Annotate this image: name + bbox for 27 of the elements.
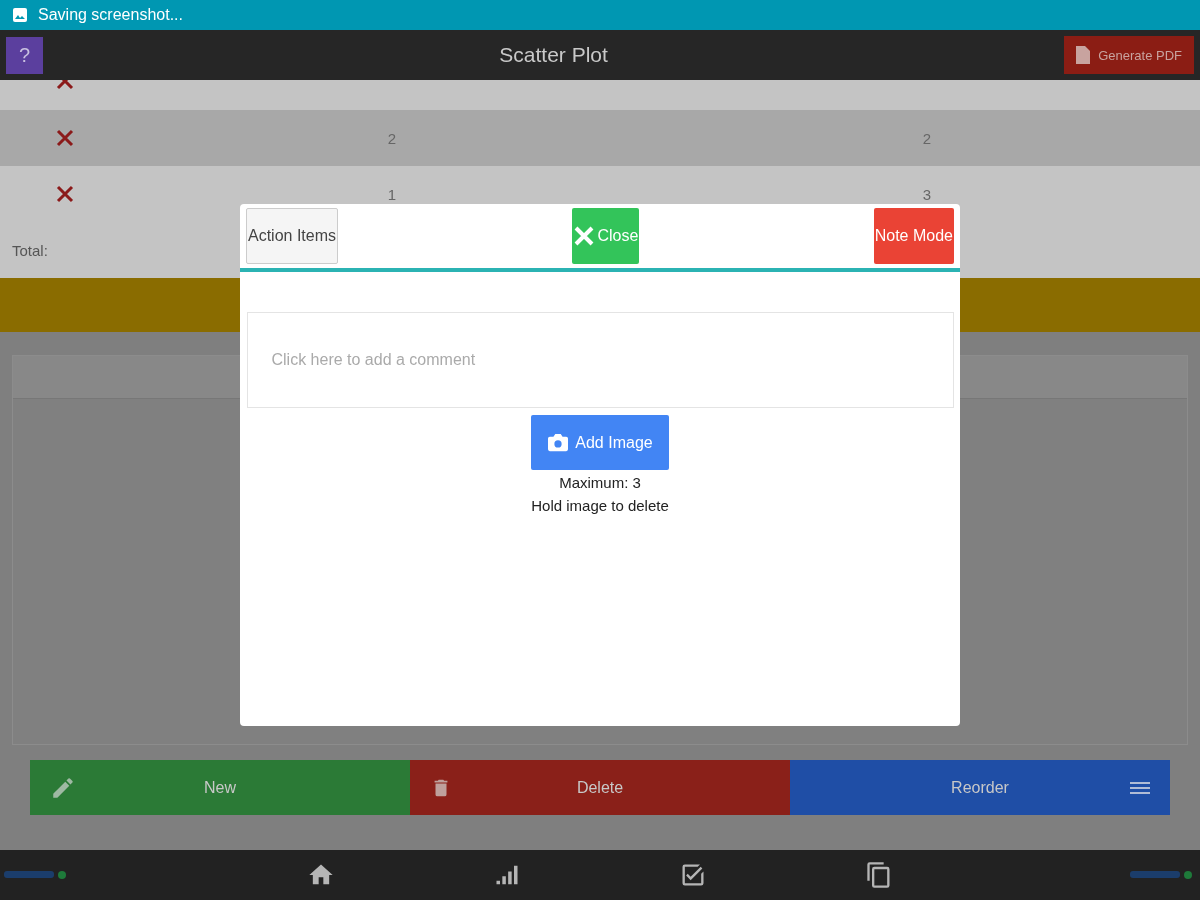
mode-button[interactable]: Action Items [246,208,339,264]
add-image-button[interactable]: Add Image [531,415,669,470]
new-button[interactable]: New [30,760,410,815]
total-label: Total: [12,241,48,259]
delete-icon[interactable] [56,129,74,147]
delete-icon[interactable] [56,185,74,203]
close-button[interactable]: Close [572,208,640,264]
document-icon [1076,46,1091,64]
close-icon [573,225,596,247]
table-cell-text: 2 [921,129,933,147]
hint-text: Hold image to delete [531,497,669,514]
generate-pdf-button[interactable]: Generate PDF [1064,36,1194,74]
mode-button[interactable]: Note Mode [873,208,954,264]
delete-button[interactable]: Delete [410,760,790,815]
camera-icon [547,432,570,453]
help-button[interactable]: ? [6,36,43,74]
comment-field[interactable]: Click here to add a comment [246,312,954,408]
table-cell-text: 3 [921,185,933,203]
table-cell-text: 1 [386,185,398,203]
screen-title: Scatter Plot [499,43,608,67]
menu-icon [1130,779,1150,796]
reorder-button[interactable]: Reorder [790,760,1170,815]
image-icon [12,7,28,23]
hint-text: Maximum: 3 [559,474,641,491]
table-cell-text: 2 [386,129,398,147]
status-text: Saving screenshot... [38,6,183,24]
document-icon [865,861,893,889]
